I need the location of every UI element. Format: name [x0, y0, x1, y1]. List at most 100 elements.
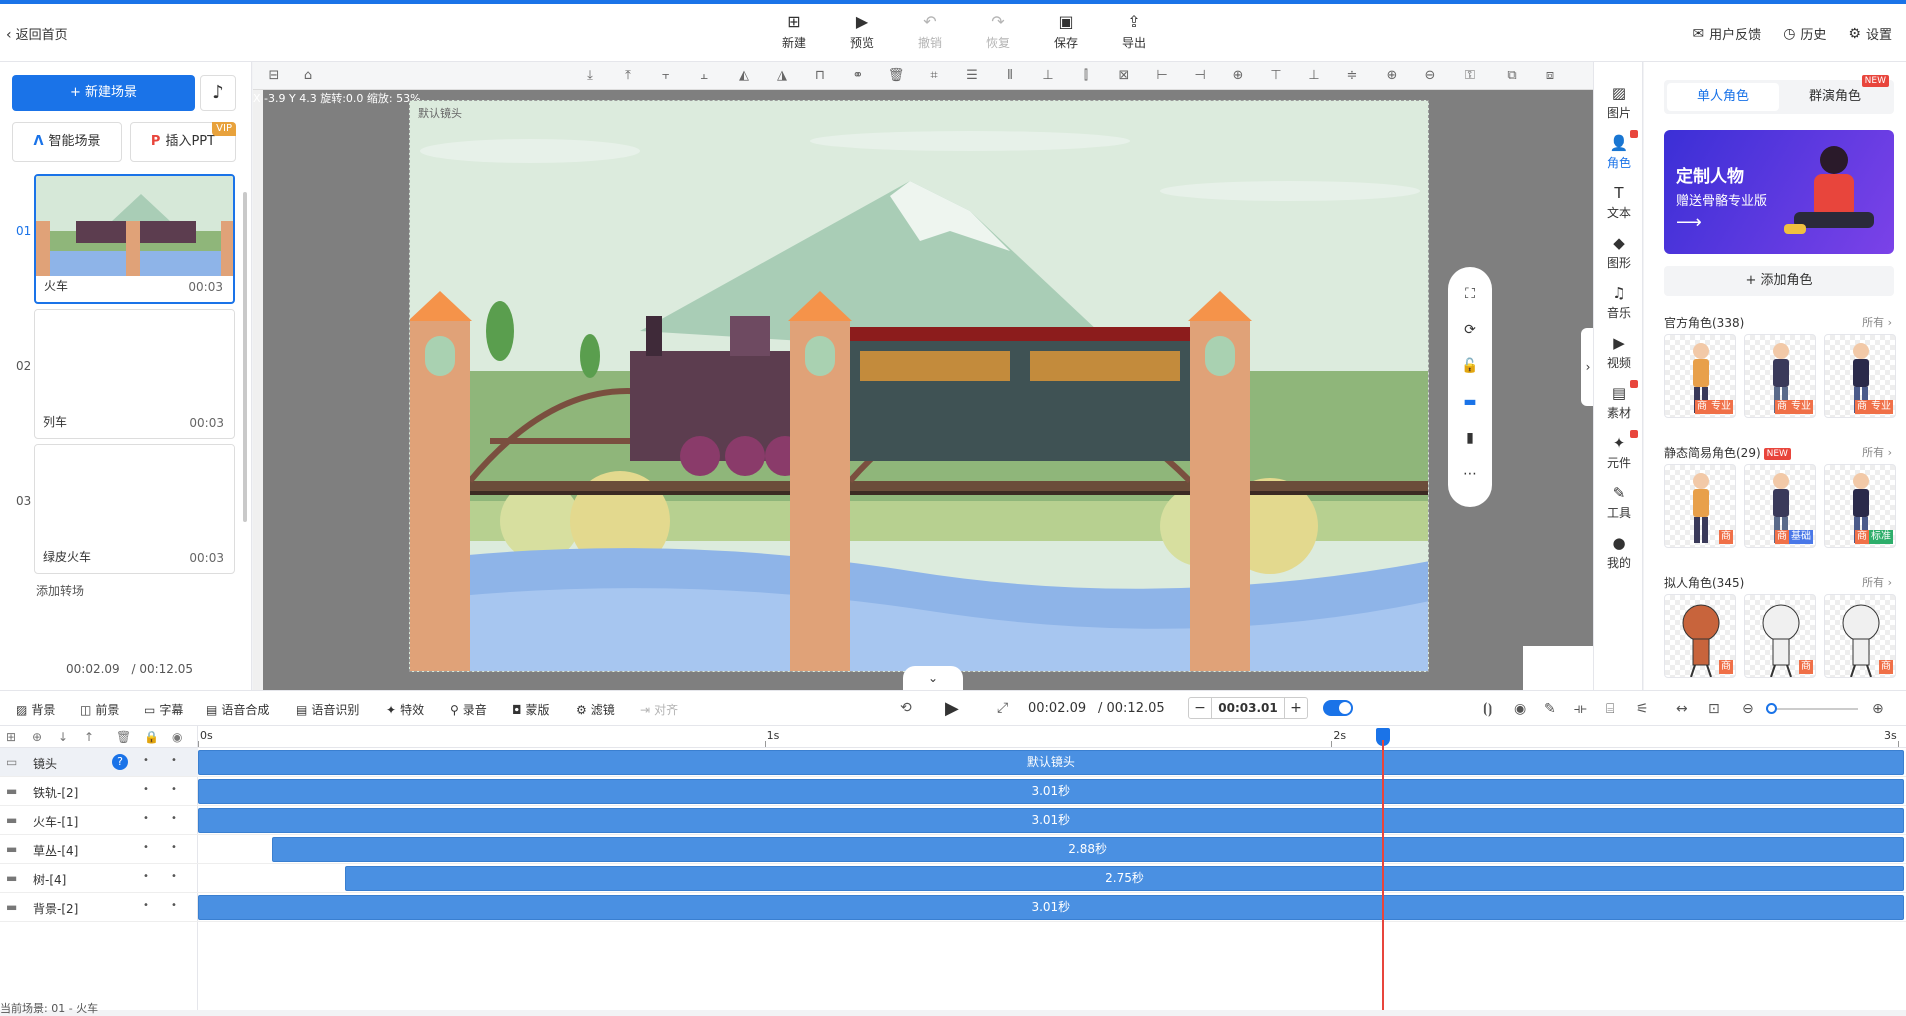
move-down-icon[interactable]: ↓: [58, 730, 68, 744]
visibility-dot[interactable]: •: [143, 871, 149, 882]
lock-dot[interactable]: •: [171, 871, 177, 882]
landscape-icon[interactable]: ▬: [1461, 393, 1479, 411]
tool-background[interactable]: ▨ 背景: [16, 701, 55, 718]
tool-mask[interactable]: ◘ 蒙版: [512, 701, 550, 718]
timeline-ruler[interactable]: 0s 1s 2s 3s: [198, 726, 1906, 748]
character-card[interactable]: 商专业: [1664, 334, 1736, 418]
visibility-dot[interactable]: •: [143, 784, 149, 795]
character-card[interactable]: 商: [1664, 594, 1736, 678]
align-middle-icon[interactable]: ⫟: [657, 67, 675, 85]
character-card[interactable]: 商基础: [1744, 464, 1816, 548]
play-button[interactable]: ▶: [945, 698, 959, 719]
character-card[interactable]: 商: [1824, 594, 1896, 678]
track-clip[interactable]: 3.01秒: [198, 808, 1904, 833]
track-name-row[interactable]: ▭ 镜头? • •: [0, 748, 198, 777]
feedback-link[interactable]: ✉ 用户反馈: [1692, 24, 1761, 44]
category-image[interactable]: ▨ 图片: [1594, 84, 1644, 121]
duration-minus-button[interactable]: −: [1189, 698, 1211, 718]
track-name-row[interactable]: ▬ 草丛-[4] • •: [0, 835, 198, 864]
chevron-down-icon[interactable]: ⌄: [903, 666, 963, 690]
lock-dot[interactable]: •: [171, 813, 177, 824]
edit-icon[interactable]: ✎: [1544, 701, 1556, 717]
tool-asr[interactable]: ▤ 语音识别: [296, 701, 359, 718]
top-line-icon[interactable]: ⊤: [1267, 67, 1285, 85]
music-icon[interactable]: ♪: [200, 75, 236, 111]
gear-link[interactable]: ⚙ 设置: [1848, 24, 1892, 44]
tool-filter[interactable]: ⚙ 滤镜: [576, 701, 615, 718]
tool-tts[interactable]: ▤ 语音合成: [206, 701, 269, 718]
new-scene-button[interactable]: + 新建场景: [12, 75, 195, 111]
bracket-icon[interactable]: ⦗⦘: [1483, 701, 1492, 717]
zoom-in-icon[interactable]: ⊕: [1383, 67, 1401, 85]
category-person[interactable]: 👤 角色: [1594, 130, 1644, 171]
character-card[interactable]: 商标准: [1824, 464, 1896, 548]
lock-icon[interactable]: 🔒: [144, 730, 159, 744]
scene-card[interactable]: 火车 00:03: [34, 174, 235, 304]
track-clip[interactable]: 2.88秒: [271, 837, 1904, 862]
category-shape[interactable]: ◆ 图形: [1594, 234, 1644, 271]
rotate-icon[interactable]: ⟳: [1461, 321, 1479, 339]
zoom-out-icon[interactable]: ⊖: [1742, 701, 1754, 717]
character-card[interactable]: 商专业: [1744, 334, 1816, 418]
category-music[interactable]: ♫ 音乐: [1594, 284, 1644, 321]
flip-v-icon[interactable]: ◮: [773, 67, 791, 85]
tool-record[interactable]: ⚲ 录音: [450, 701, 487, 718]
delete-icon[interactable]: 🗑: [887, 67, 905, 85]
toolbar-save-button[interactable]: ▣ 保存: [1032, 12, 1100, 51]
category-video[interactable]: ▶ 视频: [1594, 334, 1644, 371]
lock-dot[interactable]: •: [171, 842, 177, 853]
track-clip[interactable]: 3.01秒: [198, 779, 1904, 804]
portrait-icon[interactable]: ▮: [1461, 429, 1479, 447]
zoom-out-icon[interactable]: ⊖: [1421, 67, 1439, 85]
unlock-icon[interactable]: ⚿: [1461, 67, 1479, 85]
spread-icon[interactable]: ⊠: [1115, 67, 1133, 85]
align-right-icon[interactable]: ⊣: [1191, 67, 1209, 85]
more-icon[interactable]: ⋯: [1461, 465, 1479, 483]
distribute-v-icon[interactable]: ⫴: [1001, 67, 1019, 85]
duration-value[interactable]: 00:03.01: [1211, 698, 1285, 718]
tool-foreground[interactable]: ◫ 前景: [80, 701, 119, 718]
stage-canvas[interactable]: 默认镜头: [409, 100, 1429, 672]
toolbar-undo-button[interactable]: ↶ 撤销: [896, 12, 964, 51]
distribute-h-icon[interactable]: ☰: [963, 67, 981, 85]
fit-width-icon[interactable]: ↔: [1676, 701, 1688, 717]
split-icon[interactable]: ⟛: [1574, 701, 1587, 717]
align-bottom-icon[interactable]: ⤓: [581, 67, 599, 85]
move-up-icon[interactable]: ↑: [84, 730, 94, 744]
add-role-button[interactable]: + 添加角色: [1664, 266, 1894, 296]
align-icon[interactable]: ⊟: [265, 67, 283, 85]
category-user[interactable]: ● 我的: [1594, 534, 1644, 571]
add-layer-icon[interactable]: ⊕: [32, 730, 42, 744]
category-material[interactable]: ▤ 素材: [1594, 380, 1644, 421]
smart-scene-button[interactable]: Λ 智能场景: [12, 122, 122, 162]
link-icon[interactable]: ⚭: [849, 67, 867, 85]
history-link[interactable]: ◷ 历史: [1783, 24, 1826, 44]
track-name-row[interactable]: ▬ 背景-[2] • •: [0, 893, 198, 922]
visibility-dot[interactable]: •: [143, 813, 149, 824]
fullscreen-icon[interactable]: ⤢: [997, 700, 1008, 716]
align-top-icon[interactable]: ⤒: [619, 67, 637, 85]
adjust-icon[interactable]: ⚟: [1636, 701, 1649, 717]
replay-icon[interactable]: ⟲: [900, 700, 912, 716]
center-line-icon[interactable]: ⊕: [1229, 67, 1247, 85]
scene-card[interactable]: 绿皮火车 00:03: [34, 444, 235, 574]
visibility-dot[interactable]: •: [143, 900, 149, 911]
custom-character-banner[interactable]: 定制人物 赠送骨骼专业版 ⟶: [1664, 130, 1894, 254]
lock-dot[interactable]: •: [171, 784, 177, 795]
bottom-line-icon[interactable]: ⊥: [1305, 67, 1323, 85]
zoom-in-icon[interactable]: ⊕: [1872, 701, 1884, 717]
track-clip[interactable]: 3.01秒: [198, 895, 1904, 920]
track-name-row[interactable]: ▬ 火车-[1] • •: [0, 806, 198, 835]
visibility-dot[interactable]: •: [143, 755, 149, 766]
add-transition-link[interactable]: 添加转场: [36, 582, 84, 599]
toolbar-redo-button[interactable]: ↷ 恢复: [964, 12, 1032, 51]
tab-group-role[interactable]: 群演角色 NEW: [1779, 75, 1891, 111]
category-text[interactable]: T 文本: [1594, 184, 1644, 221]
lock-dot[interactable]: •: [171, 755, 177, 766]
character-card[interactable]: 商: [1664, 464, 1736, 548]
category-tool[interactable]: ✎ 工具: [1594, 484, 1644, 521]
toolbar-play-button[interactable]: ▶ 预览: [828, 12, 896, 51]
section-more-link[interactable]: 所有 ›: [1862, 444, 1892, 460]
trash-icon[interactable]: 🗑: [116, 730, 131, 744]
tab-single-role[interactable]: 单人角色: [1667, 83, 1779, 111]
